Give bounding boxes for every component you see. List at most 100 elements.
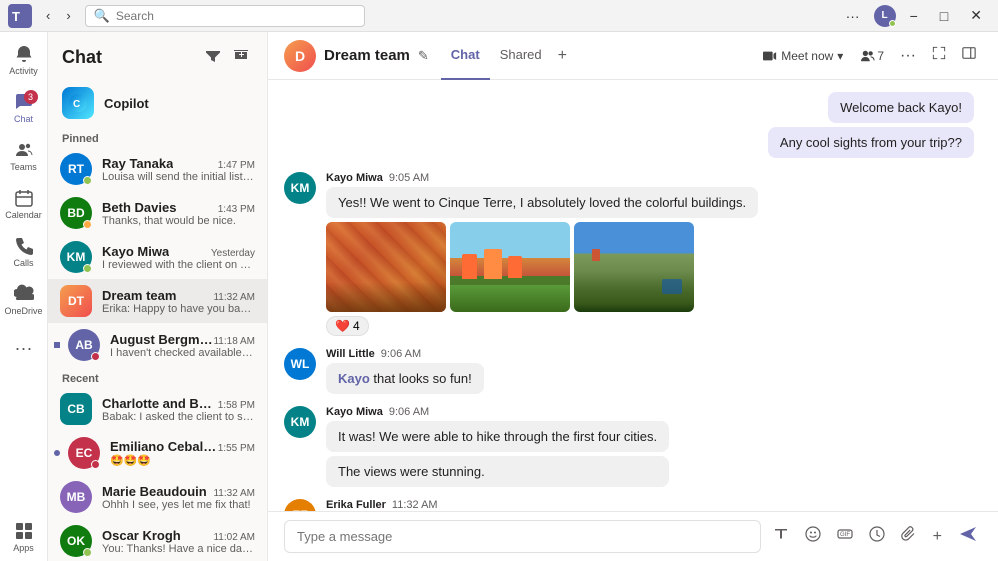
list-item[interactable]: KM Kayo Miwa Yesterday I reviewed with t…: [48, 235, 267, 279]
recent-label: Recent: [48, 367, 267, 387]
maximize-button[interactable]: □: [932, 6, 956, 26]
sticker-button[interactable]: [865, 522, 889, 551]
video-icon: [763, 49, 777, 63]
reaction-heart[interactable]: ❤️4: [326, 316, 369, 336]
list-item[interactable]: AB August Bergman 11:18 AM I haven't che…: [48, 323, 267, 367]
chat-name: Marie Beaudouin: [102, 484, 207, 499]
minimize-button[interactable]: −: [902, 6, 926, 26]
chat-badge: 3: [24, 90, 38, 104]
list-item[interactable]: RT Ray Tanaka 1:47 PM Louisa will send t…: [48, 147, 267, 191]
tab-shared[interactable]: Shared: [490, 32, 552, 80]
close-button[interactable]: ✕: [962, 5, 990, 26]
avatar: MB: [60, 481, 92, 513]
more-actions-button[interactable]: +: [929, 524, 946, 550]
title-bar-left: T ‹ › 🔍: [8, 4, 365, 28]
chat-time: 11:18 AM: [213, 336, 255, 347]
bell-icon: [14, 44, 34, 64]
reaction-bar: ❤️4: [326, 316, 758, 336]
list-item[interactable]: CB Charlotte and Babak 1:58 PM Babak: I …: [48, 387, 267, 431]
sidebar-toggle-button[interactable]: [956, 42, 982, 69]
apps-icon: [14, 521, 34, 541]
edit-icon[interactable]: ✎: [418, 48, 429, 64]
copilot-name: Copilot: [104, 96, 149, 111]
avatar: KM: [60, 241, 92, 273]
image-2[interactable]: [450, 222, 570, 312]
message-content: Will Little 9:06 AM Kayo that looks so f…: [326, 348, 484, 394]
list-item[interactable]: MB Marie Beaudouin 11:32 AM Ohhh I see, …: [48, 475, 267, 519]
message-time: 9:06 AM: [381, 348, 421, 360]
sidebar-item-calendar[interactable]: Calendar: [6, 180, 42, 228]
message-input[interactable]: [284, 520, 761, 553]
chat-info: Marie Beaudouin 11:32 AM Ohhh I see, yes…: [102, 484, 255, 511]
image-3[interactable]: [574, 222, 694, 312]
chat-header-name: Dream team: [324, 47, 410, 64]
calendar-icon: [14, 188, 34, 208]
gif-button[interactable]: GIF: [833, 522, 857, 551]
add-tab-button[interactable]: +: [552, 32, 573, 80]
filter-icon: [205, 48, 221, 64]
chat-info: August Bergman 11:18 AM I haven't checke…: [110, 332, 255, 359]
sidebar-item-onedrive[interactable]: OneDrive: [6, 276, 42, 324]
teams-icon: [14, 140, 34, 160]
avatar: KM: [284, 172, 316, 204]
forward-button[interactable]: ›: [60, 6, 76, 25]
message-meta: Will Little 9:06 AM: [326, 348, 484, 360]
attach-icon: [901, 526, 917, 542]
user-avatar[interactable]: L: [874, 5, 896, 27]
sidebar-item-activity[interactable]: Activity: [6, 36, 42, 84]
copilot-item[interactable]: C Copilot: [48, 79, 267, 127]
sidebar-item-calls[interactable]: Calls: [6, 228, 42, 276]
back-button[interactable]: ‹: [40, 6, 56, 25]
presence-indicator: [91, 352, 100, 361]
emoji-icon: [805, 526, 821, 542]
message-bubble: Yes!! We went to Cinque Terre, I absolut…: [326, 187, 758, 218]
icon-sidebar: Activity 3 Chat Teams Cale: [0, 32, 48, 561]
sidebar-icon: [962, 46, 976, 60]
tab-chat[interactable]: Chat: [441, 32, 490, 80]
emoji-button[interactable]: [801, 522, 825, 551]
mention: Kayo: [338, 371, 370, 386]
avatar: WL: [284, 348, 316, 380]
list-item[interactable]: BD Beth Davies 1:43 PM Thanks, that woul…: [48, 191, 267, 235]
calls-label: Calls: [13, 258, 33, 268]
list-item[interactable]: OK Oscar Krogh 11:02 AM You: Thanks! Hav…: [48, 519, 267, 561]
meet-now-button[interactable]: Meet now ▾: [755, 45, 851, 67]
sidebar-item-more[interactable]: ···: [6, 324, 42, 372]
message-sender: Kayo Miwa: [326, 172, 383, 184]
attach-button[interactable]: [897, 522, 921, 551]
more-options-button[interactable]: ···: [838, 6, 868, 26]
more-header-button[interactable]: ···: [894, 43, 922, 69]
message-time: 9:05 AM: [389, 172, 429, 184]
pinned-label: Pinned: [48, 127, 267, 147]
format-button[interactable]: [769, 522, 793, 551]
expand-button[interactable]: [926, 42, 952, 69]
new-chat-button[interactable]: [229, 44, 253, 71]
filter-button[interactable]: [201, 44, 225, 71]
chat-info: Beth Davies 1:43 PM Thanks, that would b…: [102, 200, 255, 227]
presence-indicator: [83, 548, 92, 557]
gif-icon: GIF: [837, 526, 853, 542]
participants-count: 7: [877, 49, 884, 63]
sidebar-item-chat[interactable]: 3 Chat: [6, 84, 42, 132]
sidebar-item-apps[interactable]: Apps: [6, 513, 42, 561]
search-bar[interactable]: 🔍: [85, 5, 365, 27]
chat-time: 1:47 PM: [218, 160, 255, 171]
list-item[interactable]: EC Emiliano Ceballos 1:55 PM 🤩🤩🤩: [48, 431, 267, 475]
main-content: Activity 3 Chat Teams Cale: [0, 32, 998, 561]
sticker-icon: [869, 526, 885, 542]
send-button[interactable]: [954, 520, 982, 553]
chat-preview: Louisa will send the initial list of...: [102, 171, 255, 183]
message-bubble: It was! We were able to hike through the…: [326, 421, 669, 452]
image-1[interactable]: [326, 222, 446, 312]
message-images: [326, 222, 758, 312]
message-time: 9:06 AM: [389, 406, 429, 418]
sidebar-item-teams[interactable]: Teams: [6, 132, 42, 180]
chat-name: Beth Davies: [102, 200, 176, 215]
chat-time: 11:02 AM: [213, 532, 255, 543]
participants-button[interactable]: 7: [855, 45, 890, 67]
message-meta: Kayo Miwa 9:06 AM: [326, 406, 669, 418]
chat-preview: You: Thanks! Have a nice day, I...: [102, 543, 255, 555]
search-input[interactable]: [116, 9, 356, 23]
list-item[interactable]: DT Dream team 11:32 AM Erika: Happy to h…: [48, 279, 267, 323]
message-content: Kayo Miwa 9:05 AM Yes!! We went to Cinqu…: [326, 172, 758, 336]
